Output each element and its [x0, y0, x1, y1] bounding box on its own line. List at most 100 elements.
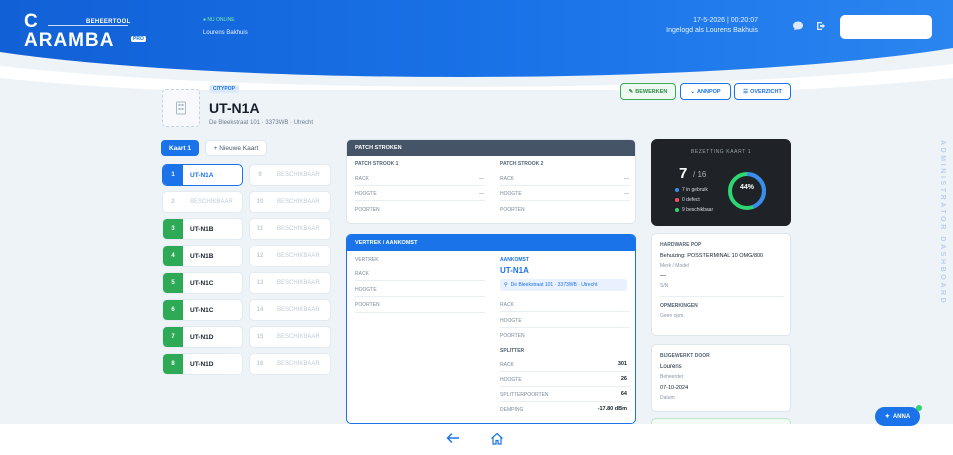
occupancy-card: BEZETTING KAART 1 7 / 16 7 in gebruik 0 …	[651, 139, 791, 226]
updated-date: 07-10-2024	[660, 385, 689, 391]
port-slot[interactable]: 13 BESCHIKBAAR	[249, 272, 331, 294]
list-icon: ☰	[743, 88, 749, 95]
header-datetime: 17-5-2026 | 00:20:07 Ingelogd als Louren…	[640, 16, 758, 36]
slot-number: 4	[163, 246, 183, 266]
arrival-address-pill[interactable]: ⚲ De Bleekstraat 101 · 3373WB · Utrecht	[500, 279, 627, 291]
port-slot[interactable]: 5 UT-N1C	[162, 272, 243, 294]
splitter-ports-value: 64	[620, 391, 627, 397]
notes-label: OPMERKINGEN	[660, 303, 698, 309]
home-icon[interactable]	[490, 432, 504, 448]
assistant-label: ANNA	[892, 413, 911, 420]
header-wave	[0, 48, 953, 90]
divider	[355, 185, 485, 186]
slot-label: UT-N1B	[190, 252, 214, 260]
port-slot[interactable]: 7 UT-N1D	[162, 326, 243, 348]
port-slot[interactable]: 14 BESCHIKBAAR	[249, 299, 331, 321]
hardware-model: Behuizing: POSSTERMINAL 10 OMG/800	[660, 253, 764, 259]
new-card-button[interactable]: + Nieuwe Kaart	[205, 140, 267, 156]
dep-ports-label: POORTEN	[355, 302, 380, 308]
building-icon	[176, 101, 186, 115]
route-panel: VERTREK / AANKOMST VERTREK RACK HOOGTE P…	[346, 234, 636, 424]
chat-icon[interactable]	[791, 20, 805, 34]
legend-available: 9 beschikbaar	[675, 207, 713, 213]
sparkle-icon: ✦	[884, 414, 890, 420]
location-address: De Bleekstraat 101 · 3373WB · Utrecht	[209, 120, 314, 126]
assistant-online-dot	[916, 405, 922, 411]
occupancy-used: 7	[679, 165, 688, 182]
assistant-button[interactable]: ✦ ANNA	[875, 407, 920, 426]
slot-label: UT-N1D	[190, 333, 214, 341]
annpop-button[interactable]: ⌄ ANNPOP	[680, 83, 731, 100]
date-line: 17-5-2026 | 00:20:07	[693, 17, 758, 24]
splitter-loss-value: -17.80 dBm	[597, 406, 627, 412]
hardware-serial-label: S/N	[660, 283, 669, 289]
hardware-model-sub: Merk / Model	[660, 263, 689, 269]
arr-rack-label: RACK	[500, 302, 514, 308]
slot-label: BESCHIKBAAR	[190, 199, 233, 205]
slot-label: BESCHIKBAAR	[277, 226, 320, 232]
patch-strip-1-label: PATCH STROOK 1	[355, 161, 399, 167]
divider	[500, 200, 630, 201]
updated-by-name: Lourens	[660, 364, 682, 370]
arrival-code[interactable]: UT-N1A	[500, 266, 529, 275]
slot-label: UT-N1A	[190, 171, 214, 179]
port-slot[interactable]: 2 BESCHIKBAAR	[162, 191, 243, 213]
overview-button[interactable]: ☰ OVERZICHT	[734, 83, 791, 100]
header-user-box[interactable]	[840, 15, 932, 39]
app-logo[interactable]: C ARAMBA BEHEERTOOL PRO	[24, 12, 146, 50]
departure-label: VERTREK	[355, 257, 379, 263]
logged-in-line: Ingelogd als Lourens Bakhuis	[666, 27, 758, 34]
ps2-rack-value: —	[624, 176, 629, 182]
splitter-loss-label: DEMPING	[500, 407, 524, 413]
updated-by-title: BIJGEWERKT DOOR	[660, 353, 710, 359]
slot-number: 3	[163, 219, 183, 239]
notes-value: Geen opm.	[660, 313, 685, 319]
updated-by-card: BIJGEWERKT DOOR Lourens Beheerder 07-10-…	[651, 344, 791, 412]
annpop-icon: ⌄	[690, 88, 696, 95]
legend-dot	[675, 198, 679, 202]
port-slot[interactable]: 16 BESCHIKBAAR	[249, 353, 331, 375]
port-slot[interactable]: 15 BESCHIKBAAR	[249, 326, 331, 348]
slot-label: UT-N1C	[190, 306, 214, 314]
port-slot[interactable]: 4 UT-N1B	[162, 245, 243, 267]
logout-icon[interactable]	[814, 20, 828, 34]
edit-button-label: BEWERKEN	[635, 88, 668, 95]
slot-number: 1	[163, 165, 183, 185]
splitter-rack-value: 301	[617, 361, 627, 367]
hardware-serial-value: —	[660, 273, 666, 279]
legend-defect: 0 defect	[675, 197, 700, 203]
divider	[355, 296, 485, 297]
slot-number: 13	[256, 280, 264, 286]
port-slot[interactable]: 11 BESCHIKBAAR	[249, 218, 331, 240]
port-slot[interactable]: 9 BESCHIKBAAR	[249, 164, 331, 186]
admin-dashboard-label: ADMINISTRATOR DASHBOARD	[939, 140, 946, 306]
slot-number: 2	[171, 199, 175, 205]
splitter-ports-label: SPLITTERPOORTEN	[500, 392, 549, 398]
arrow-left-icon[interactable]	[446, 432, 460, 447]
slot-number: 16	[256, 361, 264, 367]
slot-number: 5	[163, 273, 183, 293]
splitter-rack-label: RACK	[500, 362, 514, 368]
tab-card-1[interactable]: Kaart 1	[161, 140, 199, 156]
legend-dot	[675, 208, 679, 212]
port-slot[interactable]: 8 UT-N1D	[162, 353, 243, 375]
slot-label: UT-N1D	[190, 360, 214, 368]
port-slot[interactable]: 1 UT-N1A	[162, 164, 243, 186]
occupancy-donut	[728, 172, 766, 210]
dep-rack-label: RACK	[355, 271, 369, 277]
slot-number: 15	[256, 334, 264, 340]
port-slot[interactable]: 12 BESCHIKBAAR	[249, 245, 331, 267]
arrival-address: De Bleekstraat 101 · 3373WB · Utrecht	[510, 282, 598, 288]
splitter-height-value: 26	[620, 376, 627, 382]
edit-button[interactable]: ✎ BEWERKEN	[620, 83, 676, 100]
patch-strip-2-label: PATCH STROOK 2	[500, 161, 544, 167]
logo-rule	[48, 25, 128, 26]
slot-number: 10	[256, 199, 264, 205]
legend-dot	[675, 188, 679, 192]
port-slot[interactable]: 10 BESCHIKBAAR	[249, 191, 331, 213]
port-slot[interactable]: 6 UT-N1C	[162, 299, 243, 321]
arr-height-label: HOOGTE	[500, 318, 522, 324]
slot-label: BESCHIKBAAR	[277, 334, 320, 340]
port-slot[interactable]: 3 UT-N1B	[162, 218, 243, 240]
location-image-placeholder[interactable]	[162, 89, 200, 127]
